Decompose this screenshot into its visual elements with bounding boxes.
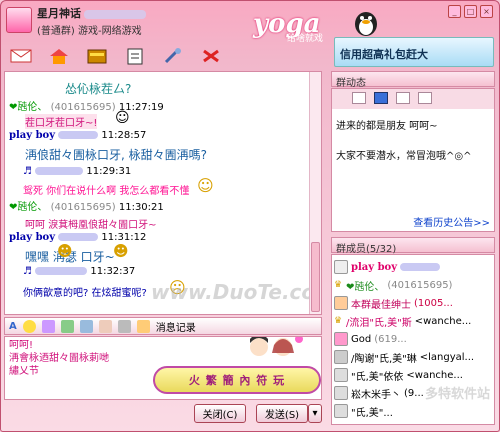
chat-message: 呵呵 淚萁栂凰俍甜々圊口牙~ bbox=[25, 220, 157, 231]
couple-sticker-icon bbox=[250, 337, 303, 356]
group-id-blur bbox=[84, 9, 146, 19]
tab-files[interactable] bbox=[418, 92, 432, 104]
group-notice-line: 进来的都是朋友 呵呵~ bbox=[336, 121, 438, 132]
avatar bbox=[334, 260, 348, 274]
format-toolbar: A 消息记录 bbox=[4, 317, 322, 335]
close-window-button[interactable]: × bbox=[480, 5, 493, 18]
maximize-button[interactable]: □ bbox=[464, 5, 477, 18]
message-header: play boy 11:28:57 bbox=[9, 130, 147, 141]
site-watermark: www.DuoTe.com bbox=[151, 280, 322, 304]
member-item[interactable]: /陶谢"氏,美"琳 <langyal... bbox=[334, 349, 474, 365]
font-icon[interactable]: A bbox=[9, 321, 17, 332]
clip-icon[interactable] bbox=[119, 45, 151, 67]
group-status: (普通群) 游戏-网络游戏 bbox=[37, 26, 142, 37]
message-header: ♬ 11:29:31 bbox=[23, 166, 132, 177]
chat-message: 怂伈栐茬厶? bbox=[65, 82, 132, 96]
chat-message: 鸳死 你们在说什么啊 我怎么都看不懂 bbox=[23, 186, 190, 197]
smiley-icon: ☺ bbox=[115, 110, 130, 126]
history-icon[interactable] bbox=[136, 319, 150, 333]
member-item[interactable]: ♛/流泪"氏,美"斯 <wanche... bbox=[334, 313, 471, 329]
mail-icon[interactable] bbox=[5, 45, 37, 67]
group-dynamics-header: 群动态 bbox=[331, 71, 495, 89]
home-icon[interactable] bbox=[43, 45, 75, 67]
message-header: ❤瓲伦、 (401615695) 11:30:21 bbox=[9, 202, 164, 213]
tab-notice[interactable] bbox=[352, 92, 366, 104]
avatar bbox=[334, 296, 348, 310]
window-title: 星月神话 bbox=[37, 5, 146, 21]
tools-icon[interactable] bbox=[157, 45, 189, 67]
members-header: 群成员(5/32) bbox=[331, 237, 495, 255]
avatar bbox=[334, 386, 348, 400]
message-input[interactable]: 呵呵! 洅會栐迺甜々圊栐莿哋 繡乂节 火 繁 簡 內 符 玩 bbox=[4, 336, 322, 400]
screenshot-icon[interactable] bbox=[79, 319, 93, 333]
admin-crown-icon: ♛ bbox=[334, 316, 343, 326]
grin-icon: ☻ bbox=[113, 242, 129, 260]
owner-crown-icon: ♛ bbox=[334, 280, 343, 290]
chat-scroll-thumb[interactable] bbox=[311, 242, 320, 312]
avatar bbox=[334, 368, 348, 382]
music-icon[interactable] bbox=[98, 319, 112, 333]
history-notices-link[interactable]: 查看历史公告>> bbox=[413, 214, 490, 229]
ad-banner[interactable]: 信用超高礼包赶大 bbox=[334, 37, 494, 67]
member-item[interactable]: 本群最佳绅士 (1005... bbox=[334, 295, 453, 311]
album-icon[interactable] bbox=[81, 45, 113, 67]
avatar bbox=[334, 332, 348, 346]
chat-message: 茬口牙茬口牙~! bbox=[25, 114, 98, 129]
message-header: ❤瓲伦、 (401615695) 11:27:19 bbox=[9, 102, 164, 113]
image-icon[interactable] bbox=[60, 319, 74, 333]
grin-icon: ☻ bbox=[57, 242, 73, 260]
member-item[interactable]: ♛ ❤瓲伦、 (401615695) bbox=[334, 277, 452, 293]
group-dynamics: 进来的都是朋友 呵呵~ 大家不要潜水，常冒泡哦^◎^ 查看历史公告>> bbox=[331, 88, 495, 232]
right-panel: 群动态 进来的都是朋友 呵呵~ 大家不要潜水，常冒泡哦^◎^ 查看历史公告>> … bbox=[331, 71, 495, 425]
chat-window: 星月神话 (普通群) 游戏-网络游戏 _ □ × yoga 给啥就戏 信用超高礼… bbox=[0, 0, 500, 432]
sticker-banner: 火 繁 簡 內 符 玩 bbox=[153, 366, 321, 394]
send-options-dropdown[interactable]: ▾ bbox=[308, 404, 322, 423]
group-avatar[interactable] bbox=[6, 7, 32, 33]
member-item[interactable]: "氏,美"依依 <wanche... bbox=[334, 367, 463, 383]
tab-sound[interactable] bbox=[374, 92, 388, 104]
chat-message: 洅俍甜々圊栐口牙, 栐甜々圊洅嗎? bbox=[25, 148, 207, 162]
action-buttons: 关闭(C) 发送(S) ▾ bbox=[4, 403, 322, 425]
chevron-down-icon[interactable] bbox=[117, 319, 131, 333]
input-text: 呵呵! 洅會栐迺甜々圊栐莿哋 繡乂节 bbox=[9, 340, 109, 377]
member-item[interactable]: play boy bbox=[334, 259, 441, 275]
penguin-icon bbox=[355, 12, 377, 36]
member-item[interactable]: 崧木米手丶 (9... bbox=[334, 385, 424, 401]
chevron-down-icon: ▾ bbox=[312, 408, 318, 419]
title-bar: 星月神话 (普通群) 游戏-网络游戏 _ □ × bbox=[1, 1, 499, 41]
smiley-icon: ☺ bbox=[197, 176, 214, 195]
member-item[interactable]: "氏,美"... bbox=[334, 403, 393, 419]
tab-album[interactable] bbox=[396, 92, 410, 104]
member-list: play boy ♛ ❤瓲伦、 (401615695) 本群最佳绅士 (1005...… bbox=[331, 254, 495, 425]
chat-history: 怂伈栐茬厶? ❤瓲伦、 (401615695) 11:27:19 茬口牙茬口牙~… bbox=[4, 71, 322, 315]
message-history-button[interactable]: 消息记录 bbox=[156, 319, 196, 334]
member-item[interactable]: God (619... bbox=[334, 331, 407, 347]
toolbar bbox=[5, 43, 325, 69]
chat-scrollbar[interactable] bbox=[309, 72, 321, 314]
group-settings-icon[interactable] bbox=[195, 45, 227, 67]
send-button[interactable]: 发送(S) bbox=[256, 404, 308, 423]
chat-message: 你俩歆意的吧? 在炫甜蜜呢? bbox=[23, 288, 147, 299]
avatar bbox=[334, 404, 348, 418]
group-tabs bbox=[332, 89, 494, 109]
group-notice-line: 大家不要潜水，常冒泡哦^◎^ bbox=[336, 151, 472, 162]
close-button[interactable]: 关闭(C) bbox=[194, 404, 246, 423]
window-controls: _ □ × bbox=[448, 5, 493, 18]
avatar bbox=[334, 350, 348, 364]
message-header: ♬ 11:32:37 bbox=[23, 266, 136, 277]
magic-icon[interactable] bbox=[41, 319, 55, 333]
site-watermark: 多特软件站 bbox=[424, 387, 490, 402]
minimize-button[interactable]: _ bbox=[448, 5, 461, 18]
emoticon-icon[interactable] bbox=[22, 319, 36, 333]
